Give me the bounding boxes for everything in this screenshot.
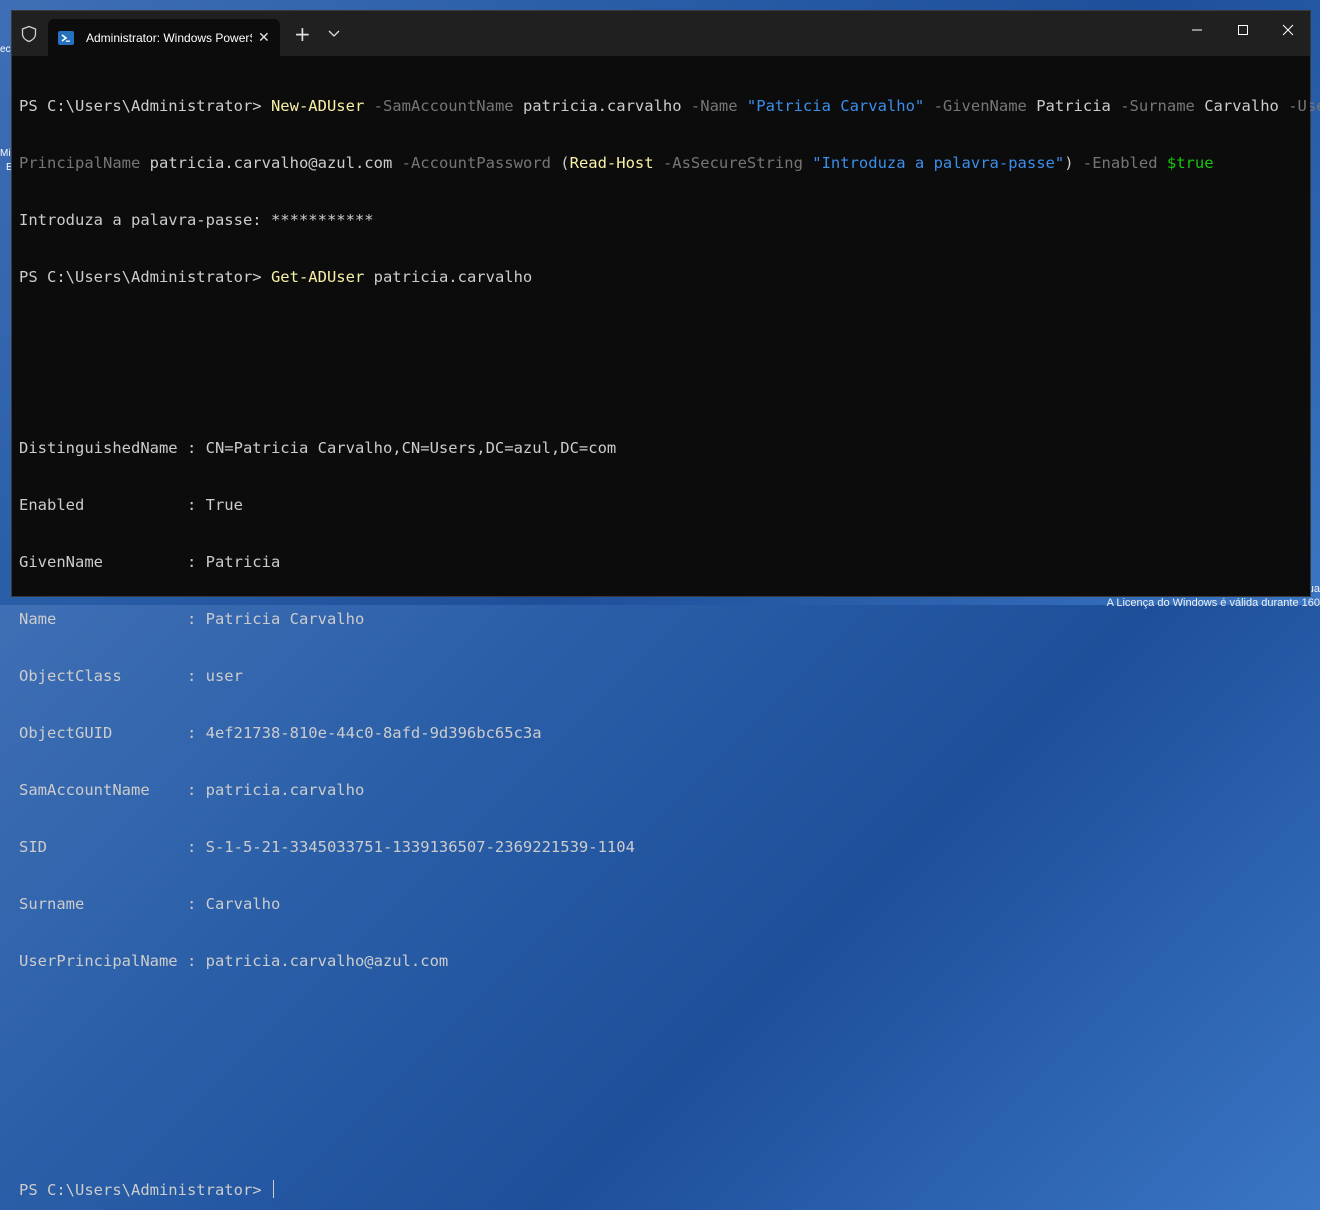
password-prompt-line: Introduza a palavra-passe: *********** (19, 211, 374, 229)
command-line-2: PS C:\Users\Administrator> Get-ADUser pa… (19, 268, 533, 286)
minimize-button[interactable] (1174, 11, 1220, 49)
command-line-1-continued: PrincipalName patricia.carvalho@azul.com… (19, 154, 1214, 172)
final-prompt-line[interactable]: PS C:\Users\Administrator> (19, 1180, 1306, 1199)
output-line: DistinguishedName : CN=Patricia Carvalho… (19, 439, 617, 457)
new-tab-button[interactable]: + (294, 22, 311, 46)
maximize-button[interactable] (1220, 11, 1266, 49)
output-line: SID : S-1-5-21-3345033751-1339136507-236… (19, 838, 635, 856)
minimize-icon (1192, 29, 1202, 31)
output-line: ObjectClass : user (19, 667, 243, 685)
title-bar[interactable]: Administrator: Windows PowerShell ✕ + (12, 11, 1310, 56)
output-line: SamAccountName : patricia.carvalho (19, 781, 365, 799)
tab-powershell[interactable]: Administrator: Windows PowerShell ✕ (48, 19, 280, 56)
output-line: Name : Patricia Carvalho (19, 610, 365, 628)
output-line: Enabled : True (19, 496, 243, 514)
maximize-icon (1238, 25, 1248, 35)
output-line: GivenName : Patricia (19, 553, 281, 571)
output-line: UserPrincipalName : patricia.carvalho@az… (19, 952, 449, 970)
close-button[interactable] (1265, 11, 1311, 49)
close-icon (1282, 24, 1294, 36)
scrollbar[interactable] (1306, 56, 1310, 596)
output-line: ObjectGUID : 4ef21738-810e-44c0-8afd-9d3… (19, 724, 542, 742)
chevron-down-icon[interactable] (327, 26, 341, 40)
shield-icon (21, 25, 37, 43)
text-cursor (272, 1180, 274, 1198)
desktop-icon-label-1: ec (0, 44, 11, 55)
terminal-content[interactable]: PS C:\Users\Administrator> New-ADUser -S… (19, 59, 1320, 1199)
powershell-icon (58, 30, 74, 45)
desktop-icon-label-2: Mi (0, 148, 11, 159)
command-line-1: PS C:\Users\Administrator> New-ADUser -S… (19, 97, 1320, 115)
tab-close-button[interactable]: ✕ (258, 29, 270, 46)
output-line: Surname : Carvalho (19, 895, 281, 913)
terminal-window: Administrator: Windows PowerShell ✕ + PS… (11, 10, 1320, 1199)
tab-title: Administrator: Windows PowerShell (86, 30, 252, 45)
